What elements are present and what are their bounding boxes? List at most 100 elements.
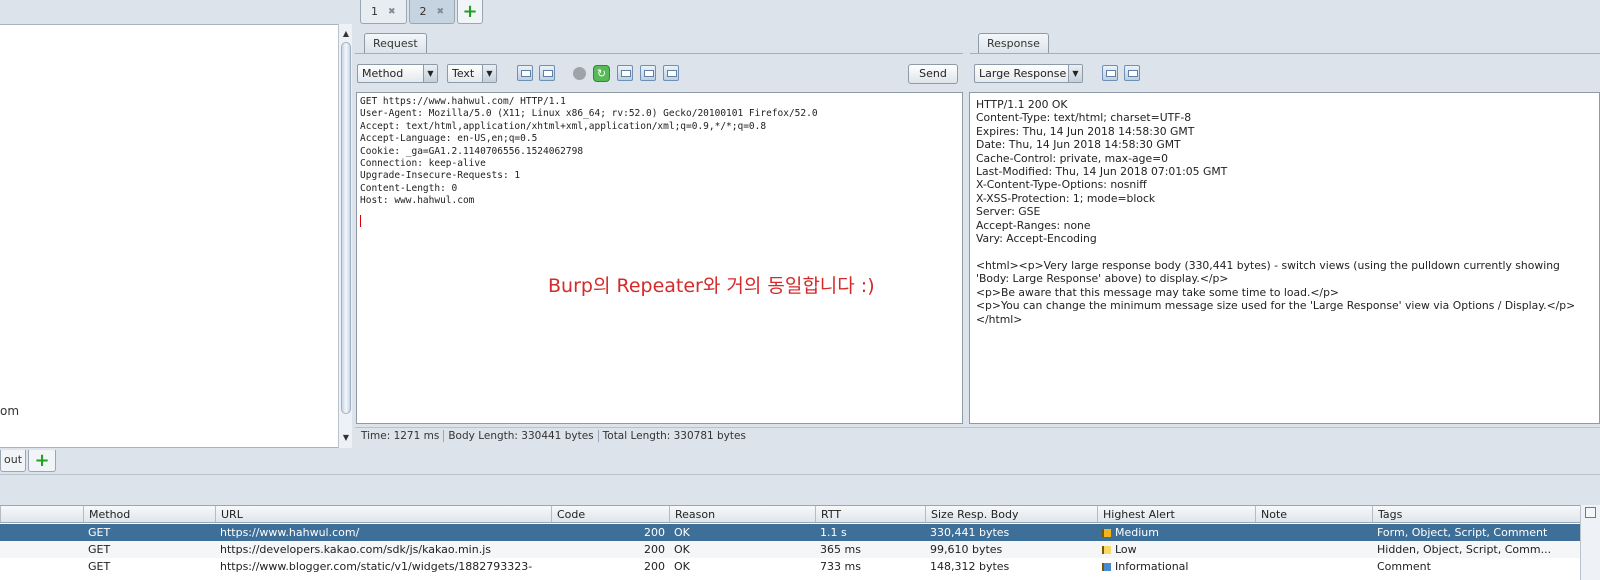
cell-tags: Comment	[1377, 560, 1431, 573]
column-header-size[interactable]: Size Resp. Body	[925, 506, 1097, 522]
stop-icon[interactable]	[573, 67, 586, 80]
scroll-up-icon[interactable]: ▲	[341, 28, 351, 40]
cell-note	[1255, 524, 1372, 541]
annotation-text: Burp의 Repeater와 거의 동일합니다 :)	[548, 275, 875, 297]
cell-code: 200	[644, 560, 665, 573]
total-length: Total Length: 330781 bytes	[602, 429, 746, 442]
divider	[355, 53, 963, 54]
divider	[0, 474, 1600, 475]
cell-rtt: 733 ms	[820, 560, 861, 573]
cell-tags: Form, Object, Script, Comment	[1377, 526, 1548, 539]
tab-label: 2	[419, 5, 427, 18]
chevron-down-icon: ▼	[423, 65, 437, 82]
split-vertical-icon[interactable]	[539, 65, 555, 81]
response-view-dropdown[interactable]: Large Response ▼	[974, 64, 1083, 83]
close-icon[interactable]: ✖	[388, 7, 396, 17]
tab-1[interactable]: 1 ✖	[360, 0, 407, 24]
cell-alert: Informational	[1097, 558, 1255, 575]
text-caret	[360, 214, 361, 227]
left-panel-fragment: om	[0, 404, 20, 418]
request-line: GET https://www.hahwul.com/ HTTP/1.1	[360, 96, 566, 107]
cell-size: 148,312 bytes	[930, 560, 1010, 573]
add-tab-button[interactable]: +	[457, 0, 484, 24]
divider	[970, 53, 1600, 54]
follow-redirect-icon[interactable]: ↻	[593, 65, 610, 82]
request-toolbar-icons: ↻	[517, 65, 687, 83]
scroll-down-icon[interactable]: ▼	[341, 432, 351, 444]
tab-2[interactable]: 2 ✖	[408, 0, 456, 24]
plus-icon: +	[462, 0, 478, 22]
status-bar: Time: 1271 ms Body Length: 330441 bytes …	[355, 427, 1600, 443]
split-horizontal-icon[interactable]	[517, 65, 533, 81]
request-line: Host: www.hahwul.com	[360, 195, 475, 207]
response-editor[interactable]: HTTP/1.1 200 OK Content-Type: text/html;…	[969, 92, 1600, 424]
method-dropdown[interactable]: Method ▼	[357, 64, 438, 83]
table-scrollbar[interactable]	[1580, 505, 1600, 580]
request-view-dropdown[interactable]: Text ▼	[447, 64, 497, 83]
cell-url: https://www.blogger.com/static/v1/widget…	[220, 560, 533, 573]
info-icon	[1102, 563, 1111, 571]
column-options-icon[interactable]	[1585, 507, 1596, 518]
cell-reason: OK	[674, 560, 690, 573]
left-scrollbar[interactable]: ▲ ▼	[338, 24, 352, 448]
cell-method: GET	[88, 526, 111, 539]
table-row[interactable]: GET https://www.blogger.com/static/v1/wi…	[0, 558, 1580, 575]
cell-code: 200	[644, 526, 665, 539]
cell-reason: OK	[674, 543, 690, 556]
tab-output[interactable]: out	[0, 450, 27, 472]
flag-icon	[1102, 529, 1111, 537]
cell-note	[1255, 558, 1372, 575]
request-panel-tab[interactable]: Request	[364, 33, 427, 53]
chevron-down-icon: ▼	[1068, 65, 1082, 82]
request-view-value: Text	[452, 67, 475, 80]
request-text[interactable]: GET https://www.hahwul.com/ HTTP/1.1 User…	[357, 93, 962, 211]
scroll-thumb[interactable]	[341, 42, 351, 414]
cell-url: https://www.hahwul.com/	[220, 526, 360, 539]
left-panel	[0, 24, 340, 448]
send-button[interactable]: Send	[908, 64, 958, 84]
repeater-tabs: 1 ✖ 2 ✖ +	[360, 0, 484, 24]
response-toolbar-icons	[1102, 65, 1146, 83]
request-line: Connection: keep-alive	[360, 158, 486, 170]
add-tab-button[interactable]: +	[28, 449, 57, 472]
response-text[interactable]: HTTP/1.1 200 OK Content-Type: text/html;…	[970, 93, 1599, 331]
column-header-rtt[interactable]: RTT	[815, 506, 925, 522]
request-line: Accept: text/html,application/xhtml+xml,…	[360, 120, 767, 132]
split-horizontal-icon[interactable]	[1102, 65, 1118, 81]
table-header: Method URL Code Reason RTT Size Resp. Bo…	[0, 506, 1580, 523]
column-header-tags[interactable]: Tags	[1372, 506, 1560, 522]
table-row[interactable]: GET https://www.hahwul.com/ 200 OK 1.1 s…	[0, 524, 1580, 541]
plus-icon: +	[34, 449, 50, 471]
cell-note	[1255, 541, 1372, 558]
request-line: Accept-Language: en-US,en;q=0.5	[360, 133, 538, 145]
column-header-method[interactable]: Method	[83, 506, 215, 522]
response-panel-tab[interactable]: Response	[978, 33, 1049, 53]
column-header-alert[interactable]: Highest Alert	[1097, 506, 1255, 522]
split-vertical-icon[interactable]	[1124, 65, 1140, 81]
cell-size: 330,441 bytes	[930, 526, 1010, 539]
request-line: Cookie: _ga=GA1.2.1140706556.1524062798	[360, 145, 584, 157]
cell-rtt: 365 ms	[820, 543, 861, 556]
cell-reason: OK	[674, 526, 690, 539]
request-editor[interactable]: GET https://www.hahwul.com/ HTTP/1.1 User…	[356, 92, 963, 424]
view-request-icon[interactable]	[617, 65, 633, 81]
column-header-url[interactable]: URL	[215, 506, 551, 522]
request-line: Upgrade-Insecure-Requests: 1	[360, 170, 521, 182]
bottom-tabs: out +	[0, 449, 57, 472]
table-row[interactable]: GET https://developers.kakao.com/sdk/js/…	[0, 541, 1580, 558]
column-header-reason[interactable]: Reason	[669, 506, 815, 522]
column-header-note[interactable]: Note	[1255, 506, 1372, 522]
cell-method: GET	[88, 560, 111, 573]
cell-size: 99,610 bytes	[930, 543, 1003, 556]
method-dropdown-value: Method	[362, 67, 404, 80]
response-time: Time: 1271 ms	[357, 429, 445, 442]
cell-code: 200	[644, 543, 665, 556]
close-icon[interactable]: ✖	[437, 7, 445, 17]
cell-alert: Medium	[1097, 524, 1255, 541]
alert-label: Low	[1115, 543, 1137, 556]
view-tabs-icon[interactable]	[663, 65, 679, 81]
column-header-code[interactable]: Code	[551, 506, 669, 522]
view-both-icon[interactable]	[640, 65, 656, 81]
alert-label: Informational	[1115, 560, 1189, 573]
column-header-id[interactable]	[0, 506, 83, 522]
